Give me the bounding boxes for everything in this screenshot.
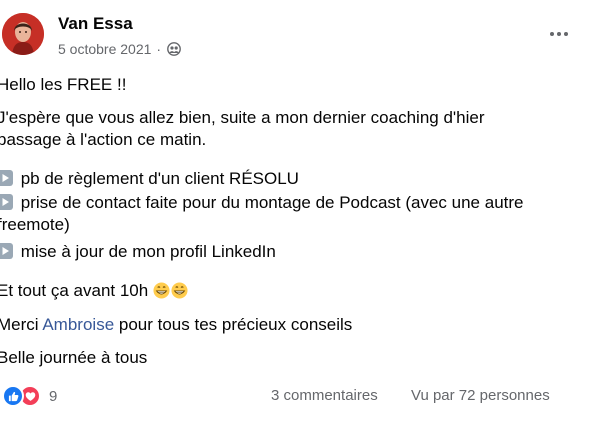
more-options-button[interactable] (544, 22, 574, 46)
list-item-text: pb de règlement d'un client RÉSOLU (16, 169, 299, 188)
views-count: Vu par 72 personnes (411, 387, 550, 404)
thanks-suffix: pour tous tes précieux conseils (114, 315, 353, 334)
list-item: mise à jour de mon profil LinkedIn (0, 241, 587, 263)
post-thanks: Merci Ambroise pour tous tes précieux co… (0, 314, 587, 336)
play-button-icon (0, 194, 13, 210)
meta-separator: · (156, 41, 162, 57)
post-greeting: Hello les FREE !! (0, 75, 127, 94)
list-item: pb de règlement d'un client RÉSOLU (0, 168, 587, 190)
comments-count-link[interactable]: 3 commentaires (271, 387, 378, 404)
more-dots-icon (550, 32, 554, 36)
friends-audience-icon[interactable] (167, 42, 181, 56)
list-item: prise de contact faite pour du montage d… (0, 192, 582, 236)
like-reaction-icon (2, 385, 24, 407)
author-name[interactable]: Van Essa (58, 14, 133, 34)
reactions-count: 9 (49, 387, 58, 405)
avatar-image (2, 13, 44, 55)
post-before-10h: Et tout ça avant 10h (0, 280, 587, 302)
thanks-prefix: Merci (0, 315, 43, 334)
list-item-text: mise à jour de mon profil LinkedIn (16, 242, 276, 261)
post-date[interactable]: 5 octobre 2021 (58, 41, 151, 57)
list-item-text: prise de contact faite pour du montage d… (0, 193, 524, 234)
play-button-icon (0, 243, 13, 259)
reactions-summary[interactable]: 9 (2, 385, 57, 407)
grinning-emoji-icon (171, 282, 188, 299)
before-10h-text: Et tout ça avant 10h (0, 281, 153, 300)
mention-link[interactable]: Ambroise (42, 315, 114, 334)
post-meta: 5 octobre 2021 · (58, 41, 181, 57)
grinning-emoji-icon (153, 282, 170, 299)
post-closing: Belle journée à tous (0, 348, 148, 367)
play-button-icon (0, 170, 13, 186)
author-avatar[interactable] (2, 13, 44, 55)
post-footer: 9 3 commentaires Vu par 72 personnes (0, 384, 598, 408)
post-intro: J'espère que vous allez bien, suite a mo… (0, 108, 485, 149)
